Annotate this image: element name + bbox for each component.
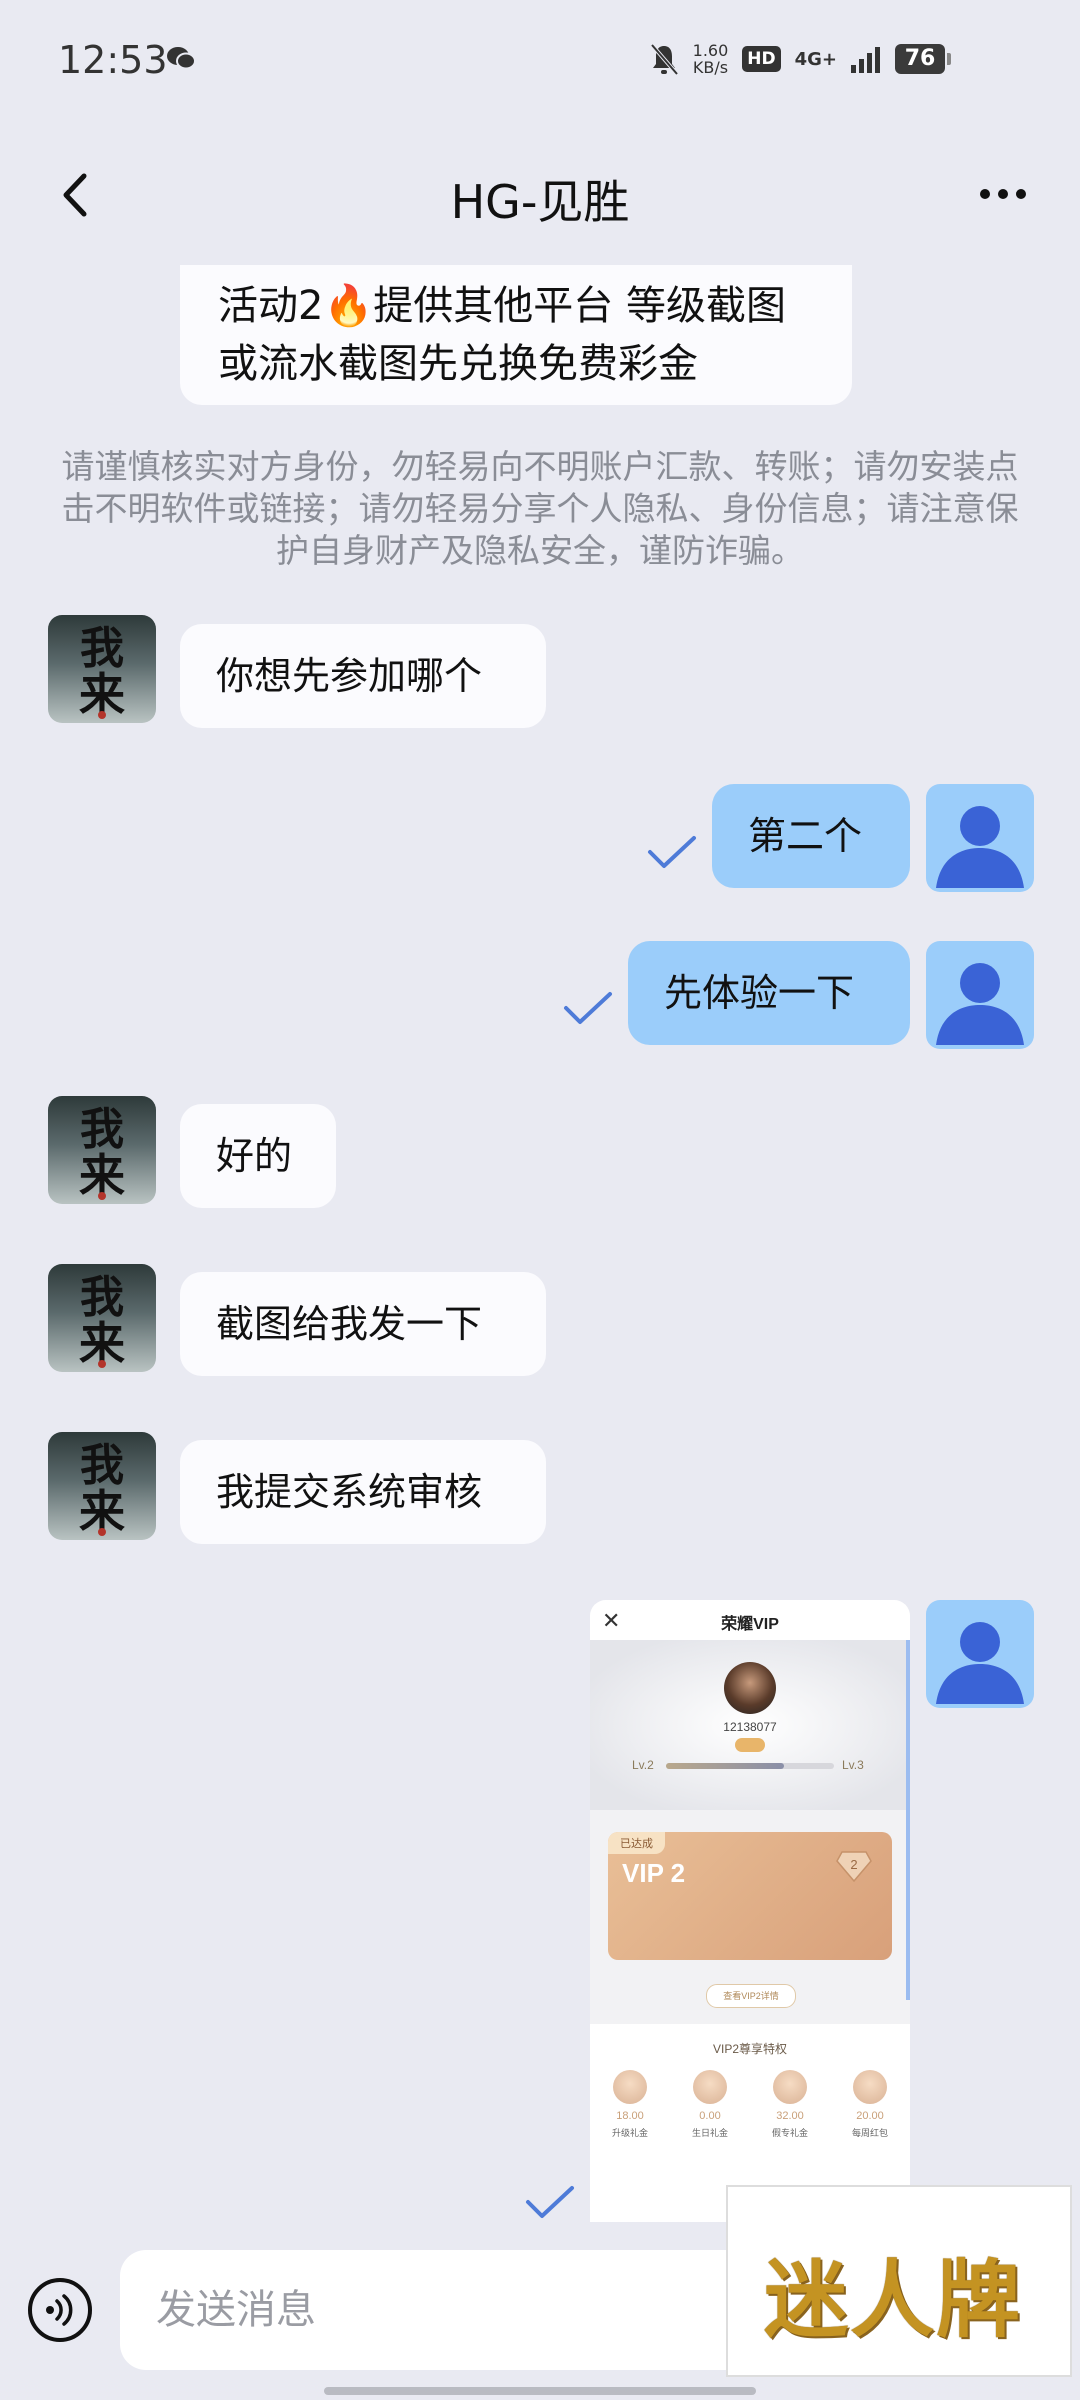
- shot-privilege-label: 假专礼金: [771, 2128, 808, 2138]
- message-bubble-incoming[interactable]: 好的: [180, 1104, 336, 1208]
- voice-input-button[interactable]: [28, 2278, 92, 2342]
- shot-title: 荣耀VIP: [721, 1616, 779, 1633]
- shot-vip-level: 2: [850, 1857, 857, 1872]
- contact-avatar-art: 我 来: [79, 1440, 125, 1539]
- shot-level-bar-fill: [666, 1763, 784, 1769]
- shot-privilege-value: 20.00: [856, 2110, 884, 2122]
- network-speed: 1.60 KB/s: [693, 42, 729, 76]
- shot-vip-name: VIP 2: [622, 1858, 686, 1888]
- message-bubble-incoming[interactable]: 活动2🔥提供其他平台 等级截图或流水截图先兑换免费彩金: [180, 265, 852, 405]
- network-speed-value: 1.60: [692, 41, 729, 60]
- safety-notice: 请谨慎核实对方身份，勿轻易向不明账户汇款、转账；请勿安装点击不明软件或链接；请勿…: [61, 447, 1019, 570]
- my-avatar[interactable]: [926, 941, 1034, 1049]
- read-check-icon: [648, 836, 696, 868]
- voice-wave-icon: [46, 2294, 73, 2326]
- read-check-icon: [526, 2186, 574, 2218]
- shot-detail-button: 查看VIP2详情: [706, 1984, 796, 2008]
- shot-privilege-item: 32.00 假专礼金: [755, 2070, 825, 2139]
- shot-user-id: 12138077: [723, 1720, 777, 1734]
- network-type: 4G+: [794, 48, 837, 70]
- message-bubble-outgoing[interactable]: 第二个: [712, 784, 910, 888]
- mute-bell-icon: [650, 43, 679, 76]
- gift-icon: [613, 2070, 647, 2104]
- diamond-icon: 2: [836, 1851, 872, 1882]
- gift-icon: [693, 2070, 727, 2104]
- wechat-icon: [167, 47, 196, 70]
- shot-privilege-label: 每周红包: [851, 2128, 888, 2138]
- my-avatar[interactable]: [926, 1600, 1034, 1708]
- shot-vip-card: 已达成 VIP 2 2: [608, 1832, 892, 1960]
- my-avatar[interactable]: [926, 784, 1034, 892]
- contact-avatar-art: 我 来: [79, 623, 125, 722]
- avatar-char-1: 我: [80, 1440, 124, 1491]
- shot-privilege-value: 18.00: [616, 2110, 644, 2122]
- contact-avatar[interactable]: 我 来: [48, 1432, 156, 1540]
- shot-privilege-label: 升级礼金: [611, 2128, 648, 2138]
- shot-user-avatar: [724, 1662, 776, 1714]
- network-speed-unit: KB/s: [692, 58, 729, 77]
- status-time: 12:53: [58, 38, 168, 82]
- user-silhouette-icon: [936, 1622, 1024, 1704]
- contact-avatar[interactable]: 我 来: [48, 1096, 156, 1204]
- contact-avatar-art: 我 来: [79, 1104, 125, 1203]
- message-bubble-incoming[interactable]: 截图给我发一下: [180, 1272, 546, 1376]
- shot-header: ✕ 荣耀VIP: [590, 1600, 910, 1640]
- contact-avatar[interactable]: 我 来: [48, 1264, 156, 1372]
- shot-vip-tag: [735, 1738, 765, 1752]
- status-bar: 12:53 1.60 KB/s HD 4G+ 76: [0, 0, 1080, 120]
- shot-privilege-item: 20.00 每周红包: [835, 2070, 905, 2139]
- message-bubble-incoming[interactable]: 我提交系统审核: [180, 1440, 546, 1544]
- battery-icon: 76: [895, 44, 951, 74]
- shot-hero: 12138077 Lv.2 Lv.3: [590, 1640, 910, 1810]
- contact-avatar-art: 我 来: [79, 1272, 125, 1371]
- user-silhouette-icon: [936, 806, 1024, 888]
- chat-title: HG-见胜: [450, 175, 630, 229]
- message-bubble-outgoing[interactable]: 先体验一下: [628, 941, 910, 1045]
- image-message-vip-screenshot[interactable]: ✕ 荣耀VIP 12138077 Lv.2 Lv.3 已达成 VIP 2 2 查…: [590, 1600, 910, 2222]
- shot-privilege-item: 18.00 升级礼金: [595, 2070, 665, 2139]
- gift-icon: [773, 2070, 807, 2104]
- watermark-text: 迷人牌: [764, 2250, 1023, 2349]
- message-bubble-incoming[interactable]: 你想先参加哪个: [180, 624, 546, 728]
- shot-privilege-title: VIP2尊享特权: [712, 2042, 788, 2056]
- avatar-char-1: 我: [80, 623, 124, 674]
- watermark-logo: 迷人牌: [726, 2185, 1072, 2377]
- contact-avatar[interactable]: 我 来: [48, 615, 156, 723]
- chat-header: HG-见胜: [0, 130, 1080, 260]
- shot-level-bar: [666, 1763, 834, 1769]
- shot-privilege-value: 32.00: [776, 2110, 804, 2122]
- status-icons: 1.60 KB/s HD 4G+ 76: [649, 42, 951, 76]
- hd-badge: HD: [742, 46, 781, 72]
- shot-level-left: Lv.2: [632, 1758, 654, 1772]
- shot-privilege-item: 0.00 生日礼金: [675, 2070, 745, 2139]
- shot-achieved-badge: 已达成: [608, 1832, 665, 1854]
- shot-privilege-label: 生日礼金: [691, 2128, 728, 2138]
- signal-icon: [851, 47, 880, 73]
- shot-privilege-value: 0.00: [699, 2110, 721, 2122]
- avatar-char-1: 我: [80, 1272, 124, 1323]
- more-options-icon[interactable]: [978, 186, 1028, 202]
- gift-icon: [853, 2070, 887, 2104]
- home-indicator[interactable]: [324, 2387, 756, 2395]
- shot-privilege-list: 18.00 升级礼金 0.00 生日礼金 32.00 假专礼金 20.00 每周…: [590, 2070, 910, 2139]
- shot-edge-highlight: [906, 1640, 910, 2000]
- avatar-char-1: 我: [80, 1104, 124, 1155]
- user-silhouette-icon: [936, 963, 1024, 1045]
- read-check-icon: [564, 992, 612, 1024]
- shot-level-right: Lv.3: [842, 1758, 864, 1772]
